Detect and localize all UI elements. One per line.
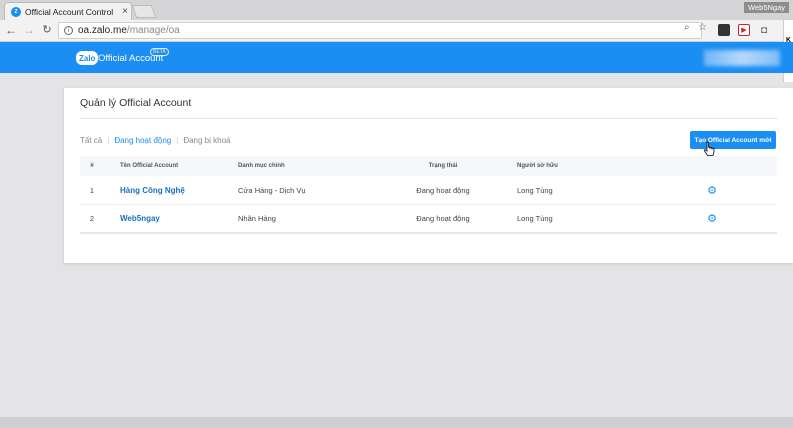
reload-icon[interactable]: ↻ [40, 23, 54, 36]
col-category: Danh mục chính [238, 163, 285, 169]
star-icon[interactable]: ☆ [698, 22, 707, 33]
filter-separator: | [107, 136, 110, 145]
url-host: oa.zalo.me [78, 25, 127, 36]
camera-icon[interactable]: ◘ [758, 24, 770, 36]
forward-arrow-icon[interactable]: → [22, 23, 36, 37]
tab-title: Official Account Control [25, 6, 114, 17]
manage-card: Quản lý Official Account Tất cả | Đang h… [64, 88, 793, 263]
user-menu-blurred[interactable] [704, 50, 780, 66]
zalo-header: Zalo Official Account BETA [0, 42, 793, 73]
extension-icon-1[interactable] [718, 24, 730, 36]
accounts-table: # Tên Official Account Danh mục chính Tr… [80, 156, 777, 234]
bottom-edge [0, 417, 793, 428]
row-owner: Long Tùng [517, 185, 553, 195]
browser-toolbar: ← → ↻ i oa.zalo.me/manage/oa ⌕ ☆ ▶ ◘ [0, 20, 793, 42]
gear-icon[interactable]: ⚙ [707, 212, 717, 225]
col-status: Trạng thái [428, 163, 458, 169]
zalo-logo[interactable]: Zalo [76, 51, 99, 65]
tab-close-icon[interactable]: × [119, 6, 131, 17]
row-index: 1 [89, 185, 95, 195]
browser-tab-strip: Z Official Account Control × Web5Ngay [0, 0, 793, 20]
filter-active[interactable]: Đang hoạt động [114, 136, 171, 145]
table-header: # Tên Official Account Danh mục chính Tr… [80, 156, 777, 176]
col-name: Tên Official Account [120, 163, 179, 169]
address-bar[interactable]: i oa.zalo.me/manage/oa [58, 22, 702, 39]
beta-badge: BETA [150, 48, 169, 56]
table-row: 2 Web5ngay Nhãn Hàng Đang hoạt động Long… [80, 205, 777, 234]
account-name-link[interactable]: Web5ngay [104, 214, 227, 223]
row-status: Đang hoạt động [416, 214, 470, 223]
window-profile-label[interactable]: Web5Ngay [744, 2, 789, 13]
filter-locked[interactable]: Đang bị khoá [183, 136, 230, 145]
info-icon[interactable]: i [64, 26, 73, 35]
zoom-icon[interactable]: ⌕ [684, 22, 690, 33]
col-owner: Người sở hữu [517, 163, 558, 169]
back-arrow-icon[interactable]: ← [4, 23, 18, 37]
account-name-link[interactable]: Hàng Công Nghệ [104, 186, 227, 195]
filter-separator: | [176, 136, 179, 145]
row-category: Nhãn Hàng [238, 214, 276, 223]
col-index: # [90, 163, 94, 169]
zalo-favicon-icon: Z [11, 6, 21, 17]
status-filters: Tất cả | Đang hoạt động | Đang bị khoá [80, 136, 230, 145]
row-category: Cửa Hàng - Dịch Vụ [238, 185, 306, 195]
gear-icon[interactable]: ⚙ [707, 184, 717, 197]
extension-icon-2[interactable]: ▶ [738, 24, 750, 36]
row-owner: Long Tùng [517, 214, 553, 223]
new-tab-button[interactable] [131, 5, 157, 18]
row-index: 2 [89, 214, 95, 223]
row-status: Đang hoạt động [416, 185, 470, 195]
cursor-icon [704, 141, 715, 156]
divider [80, 118, 778, 119]
url-path: /manage/oa [126, 25, 180, 36]
browser-tab[interactable]: Z Official Account Control × [4, 2, 132, 20]
page-title: Quản lý Official Account [80, 97, 192, 109]
table-row: 1 Hàng Công Nghệ Cửa Hàng - Dịch Vụ Đang… [80, 176, 777, 205]
filter-all[interactable]: Tất cả [80, 136, 102, 145]
